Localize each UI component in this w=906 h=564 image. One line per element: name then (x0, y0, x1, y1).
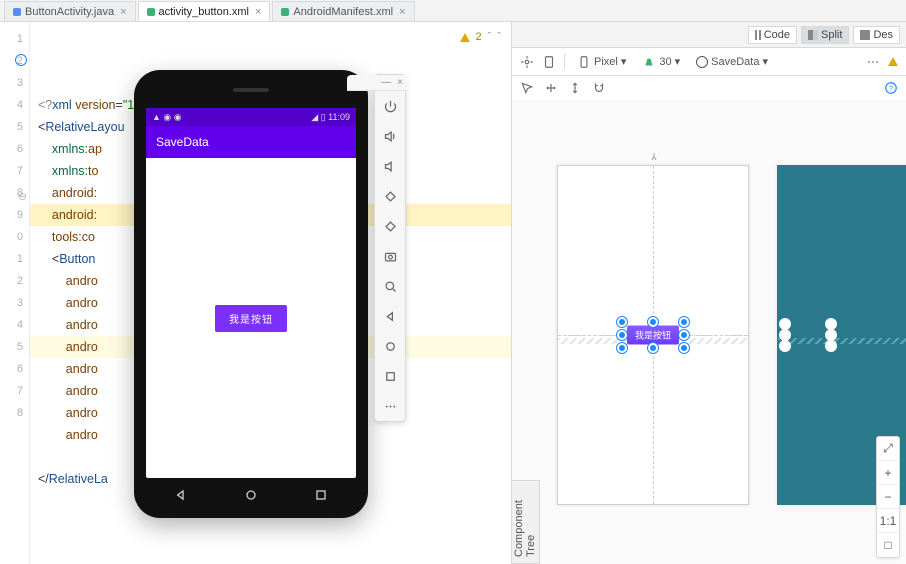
volume-up-button[interactable] (375, 121, 405, 151)
component-tree-tab[interactable]: Component Tree (512, 480, 540, 564)
inspection-summary[interactable]: 2 ˆ ˇ (460, 26, 501, 48)
home-icon[interactable] (243, 487, 259, 503)
chevron-down-icon: ▾ (675, 55, 681, 68)
zoom-frame-button[interactable]: □ (877, 533, 899, 557)
tab-button-activity[interactable]: ButtonActivity.java × (4, 1, 136, 21)
device-selector[interactable]: Pixel ▾ (573, 54, 630, 70)
mode-design-button[interactable]: Des (853, 26, 900, 44)
back-icon[interactable] (173, 487, 189, 503)
magnet-icon[interactable] (592, 81, 606, 95)
selection-handles[interactable] (622, 322, 684, 348)
app-bar: SaveData (146, 126, 356, 158)
constraint-icon (649, 152, 659, 162)
tab-activity-button-xml[interactable]: activity_button.xml × (138, 1, 271, 21)
overview-button[interactable] (375, 361, 405, 391)
api-selector[interactable]: 30 ▾ (638, 54, 684, 70)
device-earpiece (233, 88, 269, 92)
view-mode-bar: Code Split Des (512, 22, 906, 48)
pan-icon[interactable] (544, 81, 558, 95)
warning-icon[interactable] (888, 57, 898, 66)
emulator-device[interactable]: ▲ ◉ ◉ ◢ ▯ 11:09 SaveData 我是按钮 (134, 70, 368, 518)
back-button[interactable] (375, 301, 405, 331)
close-icon[interactable]: × (399, 6, 405, 18)
close-icon[interactable]: × (120, 6, 126, 18)
theme-selector[interactable]: SaveData ▾ (692, 54, 772, 69)
android-status-bar: ▲ ◉ ◉ ◢ ▯ 11:09 (146, 108, 356, 126)
android-nav-bar (146, 482, 356, 508)
emulator-window-controls: — × (347, 75, 407, 91)
signal-icon: ◢ (311, 112, 318, 122)
chevron-up-icon[interactable]: ˆ (488, 26, 492, 48)
design-surface[interactable]: Palette Component Tree 我是按钮 (512, 100, 906, 564)
zoom-out-button[interactable]: − (877, 485, 899, 509)
svg-text:?: ? (889, 85, 893, 92)
design-preview[interactable]: 我是按钮 (557, 165, 749, 505)
zoom-fit-button[interactable]: ⤢ (877, 437, 899, 461)
orientation-icon[interactable] (542, 55, 556, 69)
mode-split-button[interactable]: Split (801, 26, 849, 44)
close-icon[interactable]: × (397, 77, 403, 88)
line-gutter: 12345678⊖9012345678 (0, 22, 30, 564)
status-time: 11:09 (328, 112, 350, 122)
home-button[interactable] (375, 331, 405, 361)
theme-icon (696, 56, 708, 68)
tab-android-manifest[interactable]: AndroidManifest.xml × (272, 1, 414, 21)
close-icon[interactable]: × (255, 6, 261, 18)
expand-vert-icon[interactable] (568, 81, 582, 95)
power-button[interactable] (375, 91, 405, 121)
status-left-icons: ▲ ◉ ◉ (152, 112, 182, 123)
chevron-down-icon[interactable]: ˇ (497, 26, 501, 48)
sample-button[interactable]: 我是按钮 (215, 305, 287, 332)
help-icon[interactable]: ? (884, 81, 898, 95)
tab-label: ButtonActivity.java (25, 6, 114, 18)
minimize-icon[interactable]: — (381, 77, 391, 88)
design-toolbar: Pixel ▾ 30 ▾ SaveData ▾ (512, 48, 906, 76)
view-options-icon[interactable] (520, 55, 534, 69)
rotate-right-button[interactable] (375, 211, 405, 241)
overflow-icon[interactable] (866, 55, 880, 69)
warning-icon (460, 33, 470, 42)
app-title: SaveData (156, 135, 209, 149)
emulator-screen[interactable]: ▲ ◉ ◉ ◢ ▯ 11:09 SaveData 我是按钮 (146, 108, 356, 478)
emulator-toolbar: — × (374, 74, 406, 422)
selection-handles[interactable] (785, 324, 831, 346)
zoom-100-button[interactable]: 1:1 (877, 509, 899, 533)
design-zoom-bar: ? (512, 76, 906, 100)
zoom-controls: ⤢ + − 1:1 □ (876, 436, 900, 558)
battery-icon: ▯ (321, 112, 326, 122)
zoom-button[interactable] (375, 271, 405, 301)
tab-label: AndroidManifest.xml (293, 6, 393, 18)
select-icon[interactable] (520, 81, 534, 95)
zoom-in-button[interactable]: + (877, 461, 899, 485)
chevron-down-icon: ▾ (762, 55, 768, 68)
volume-down-button[interactable] (375, 151, 405, 181)
more-button[interactable] (375, 391, 405, 421)
editor-tabstrip: ButtonActivity.java × activity_button.xm… (0, 0, 906, 22)
tab-label: activity_button.xml (159, 6, 249, 18)
screenshot-button[interactable] (375, 241, 405, 271)
rotate-left-button[interactable] (375, 181, 405, 211)
mode-code-button[interactable]: Code (748, 26, 797, 44)
layout-editor-panel: Code Split Des Pixel ▾ 30 ▾ (511, 22, 906, 564)
chevron-down-icon: ▾ (621, 55, 627, 68)
overview-icon[interactable] (313, 487, 329, 503)
